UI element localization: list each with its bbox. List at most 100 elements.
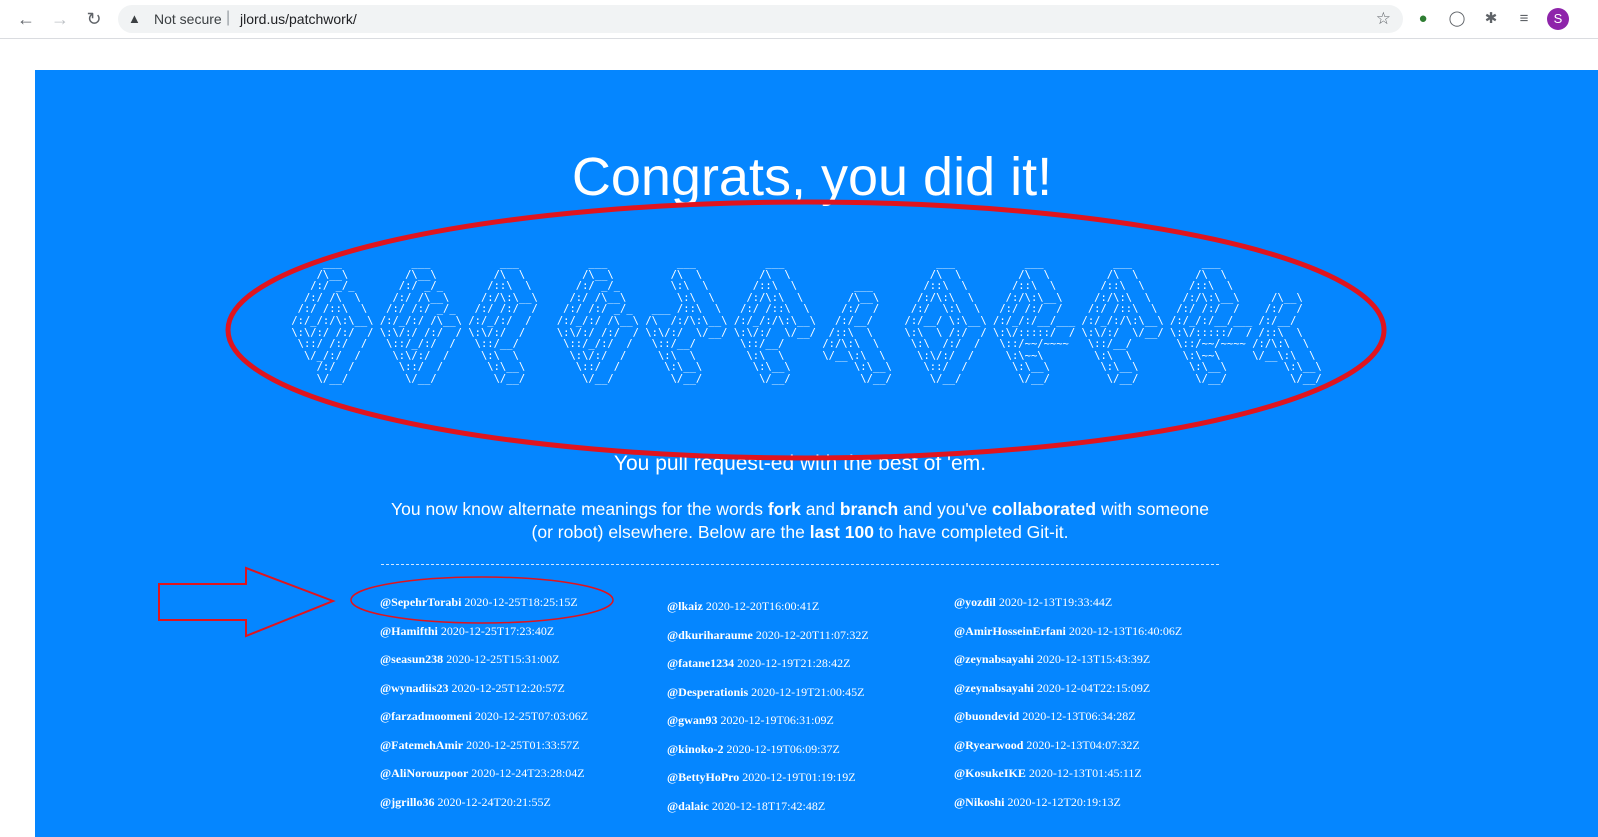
arrow-left-icon[interactable]: ←: [16, 9, 36, 29]
desc-text: and: [800, 499, 840, 519]
list-item: @yozdil 2020-12-13T19:33:44Z: [954, 594, 1182, 623]
list-item: @Ryearwood 2020-12-13T04:07:32Z: [954, 737, 1182, 766]
username-link[interactable]: @farzadmoomeni: [380, 709, 472, 723]
list-item: @gwan93 2020-12-19T06:31:09Z: [667, 712, 869, 741]
list-item: @Desperationis 2020-12-19T21:00:45Z: [667, 684, 869, 713]
timestamp: 2020-12-13T01:45:11Z: [1028, 766, 1142, 780]
warning-icon[interactable]: ▲: [128, 11, 141, 26]
desc-text: to have completed Git-it.: [873, 522, 1069, 542]
username-link[interactable]: @dalaic: [667, 799, 709, 813]
list-item: @wynadiis23 2020-12-25T12:20:57Z: [380, 680, 588, 709]
username-link[interactable]: @FatemehAmir: [380, 738, 463, 752]
timestamp: 2020-12-19T21:00:45Z: [751, 684, 865, 699]
timestamp: 2020-12-19T06:09:37Z: [726, 741, 840, 756]
list-item: @FatemehAmir 2020-12-25T01:33:57Z: [380, 737, 588, 766]
avatar[interactable]: S: [1547, 8, 1569, 30]
timestamp: 2020-12-04T22:15:09Z: [1036, 680, 1151, 695]
username-link[interactable]: @gwan93: [667, 713, 718, 727]
list-item: @AliNorouzpoor 2020-12-24T23:28:04Z: [380, 765, 588, 794]
username-link[interactable]: @SepehrTorabi: [380, 595, 461, 609]
list-item: @jgrillo36 2020-12-24T20:21:55Z: [380, 794, 588, 823]
desc-text: You now know alternate meanings for the …: [391, 499, 768, 519]
username-link[interactable]: @AliNorouzpoor: [380, 766, 468, 780]
contributor-column-2: @lkaiz 2020-12-20T16:00:41Z @dkuriharaum…: [667, 598, 869, 826]
list-item: @Nikoshi 2020-12-12T20:19:13Z: [954, 794, 1182, 823]
list-item: @seasun238 2020-12-25T15:31:00Z: [380, 651, 588, 680]
subtitle-prefix: You: [613, 452, 656, 475]
timestamp: 2020-12-13T06:34:28Z: [1022, 709, 1136, 723]
bookmark-star-icon[interactable]: ☆: [1376, 9, 1391, 29]
browser-toolbar: ← → ↻ ▲ Not secure | jlord.us/patchwork/…: [0, 0, 1598, 39]
globe-extension-icon[interactable]: ●: [1413, 9, 1433, 29]
username-link[interactable]: @seasun238: [380, 652, 443, 666]
list-item: @buondevid 2020-12-13T06:34:28Z: [954, 708, 1182, 737]
list-item: @fatane1234 2020-12-19T21:28:42Z: [667, 655, 869, 684]
username-link[interactable]: @yozdil: [954, 595, 996, 609]
username-link[interactable]: @Nikoshi: [954, 795, 1005, 809]
list-item: @lkaiz 2020-12-20T16:00:41Z: [667, 598, 869, 627]
username-link[interactable]: @dkuriharaume: [667, 628, 753, 642]
subtitle-bold: pull request: [655, 452, 764, 475]
timestamp: 2020-12-20T16:00:41Z: [705, 599, 820, 613]
username-link[interactable]: @lkaiz: [667, 599, 703, 613]
username-link[interactable]: @buondevid: [954, 709, 1019, 723]
timestamp: 2020-12-25T07:03:06Z: [474, 709, 589, 723]
username-link[interactable]: @wynadiis23: [380, 681, 449, 695]
media-queue-icon[interactable]: ≡: [1514, 9, 1534, 29]
list-item: @SepehrTorabi 2020-12-25T18:25:15Z: [380, 594, 588, 623]
timestamp: 2020-12-20T11:07:32Z: [755, 627, 869, 642]
desc-last-100: last 100: [809, 522, 874, 542]
desc-branch: branch: [839, 499, 899, 519]
reload-icon[interactable]: ↻: [84, 9, 104, 29]
username-link[interactable]: @Ryearwood: [954, 738, 1023, 752]
username-link[interactable]: @zeynabsayahi: [954, 681, 1034, 695]
security-label[interactable]: Not secure: [154, 11, 222, 27]
description: You now know alternate meanings for the …: [380, 498, 1220, 544]
list-item: @AmirHosseinErfani 2020-12-13T16:40:06Z: [954, 623, 1182, 652]
username-link[interactable]: @Desperationis: [667, 685, 748, 699]
ascii-art-banner: ___ ___ ___ ___ ___ ___ ___ ___ ___ ___ …: [291, 257, 1322, 385]
timestamp: 2020-12-18T17:42:48Z: [711, 798, 826, 813]
subtitle: You pull request-ed with the best of 'em…: [380, 452, 1220, 476]
timestamp: 2020-12-25T12:20:57Z: [451, 680, 565, 695]
username-link[interactable]: @BettyHoPro: [667, 770, 739, 784]
timestamp: 2020-12-13T15:43:39Z: [1036, 652, 1151, 666]
puzzle-icon[interactable]: ✱: [1481, 9, 1501, 29]
username-link[interactable]: @Hamifthi: [380, 624, 438, 638]
timestamp: 2020-12-19T01:19:19Z: [742, 770, 856, 784]
list-item: @Hamifthi 2020-12-25T17:23:40Z: [380, 623, 588, 652]
timestamp: 2020-12-24T23:28:04Z: [471, 766, 585, 780]
timestamp: 2020-12-13T04:07:32Z: [1026, 737, 1140, 752]
list-item: @dalaic 2020-12-18T17:42:48Z: [667, 798, 869, 827]
username-link[interactable]: @fatane1234: [667, 656, 734, 670]
timestamp: 2020-12-25T01:33:57Z: [466, 737, 580, 752]
timestamp: 2020-12-25T17:23:40Z: [440, 623, 555, 638]
timestamp: 2020-12-13T19:33:44Z: [998, 595, 1113, 609]
username-link[interactable]: @AmirHosseinErfani: [954, 624, 1066, 638]
list-item: @KosukeIKE 2020-12-13T01:45:11Z: [954, 765, 1182, 794]
desc-text: and you've: [898, 499, 993, 519]
circle-extension-icon[interactable]: ◯: [1447, 9, 1467, 29]
divider: [381, 564, 1219, 565]
username-link[interactable]: @zeynabsayahi: [954, 652, 1034, 666]
contributor-column-1: @SepehrTorabi 2020-12-25T18:25:15Z @Hami…: [380, 594, 588, 822]
timestamp: 2020-12-13T16:40:06Z: [1068, 623, 1183, 638]
username-link[interactable]: @KosukeIKE: [954, 766, 1026, 780]
desc-collaborated: collaborated: [992, 499, 1097, 519]
subtitle-suffix: -ed with the best of 'em.: [763, 452, 987, 475]
list-item: @dkuriharaume 2020-12-20T11:07:32Z: [667, 627, 869, 656]
address-bar[interactable]: ▲ Not secure | jlord.us/patchwork/ ☆: [118, 5, 1403, 33]
username-link[interactable]: @kinoko-2: [667, 742, 724, 756]
list-item: @zeynabsayahi 2020-12-13T15:43:39Z: [954, 651, 1182, 680]
url-text[interactable]: jlord.us/patchwork/: [240, 11, 357, 27]
username-link[interactable]: @jgrillo36: [380, 795, 435, 809]
arrow-right-icon[interactable]: →: [50, 9, 70, 29]
url-separator: |: [226, 9, 231, 26]
desc-fork: fork: [767, 499, 801, 519]
list-item: @farzadmoomeni 2020-12-25T07:03:06Z: [380, 708, 588, 737]
list-item: @kinoko-2 2020-12-19T06:09:37Z: [667, 741, 869, 770]
contributor-column-3: @yozdil 2020-12-13T19:33:44Z @AmirHossei…: [954, 594, 1182, 822]
timestamp: 2020-12-12T20:19:13Z: [1007, 794, 1121, 809]
page-content: Congrats, you did it! ___ ___ ___ ___ __…: [35, 70, 1598, 837]
list-item: @zeynabsayahi 2020-12-04T22:15:09Z: [954, 680, 1182, 709]
